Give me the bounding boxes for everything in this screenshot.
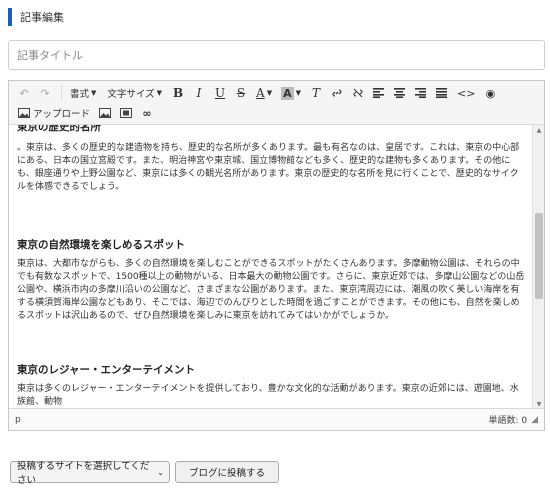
link-icon xyxy=(332,89,342,97)
section-heading: 東京のレジャー・エンターテイメント xyxy=(17,364,195,376)
toolbar-divider xyxy=(61,85,62,101)
caret-down-icon: ▼ xyxy=(295,89,301,97)
format-dropdown[interactable]: 書式 ▼ xyxy=(66,84,100,102)
align-justify-button[interactable] xyxy=(433,84,451,102)
align-center-button[interactable] xyxy=(391,84,409,102)
section-heading: 東京の歴史的名所 xyxy=(17,125,101,133)
unlink-icon xyxy=(353,88,363,98)
clear-format-button[interactable]: T xyxy=(307,84,325,102)
page-header: 記事編集 xyxy=(8,8,64,26)
underline-icon: U xyxy=(214,86,226,100)
clear-format-icon: T xyxy=(311,86,320,100)
font-size-dropdown-label: 文字サイズ xyxy=(107,89,155,100)
editor-toolbar: ↶ ↷ 書式 ▼ 文字サイズ ▼ B I U S A ▼ A ▼ T <> ◉ … xyxy=(9,81,544,125)
code-icon: <> xyxy=(456,86,476,100)
upload-label: アップロード xyxy=(33,109,91,120)
section-heading: 東京の自然環境を楽しめるスポット xyxy=(17,239,185,251)
image-icon xyxy=(99,108,112,118)
rich-text-editor: ↶ ↷ 書式 ▼ 文字サイズ ▼ B I U S A ▼ A ▼ T <> ◉ … xyxy=(8,80,545,431)
paragraph: 東京は多くのレジャー・エンターテイメントを提供しており、豊かな文化的な活動があり… xyxy=(17,384,519,407)
insert-image-button[interactable] xyxy=(96,104,114,122)
caret-down-icon: ▼ xyxy=(266,89,273,97)
caret-down-icon: ▼ xyxy=(156,89,163,97)
align-center-icon xyxy=(394,88,406,98)
background-color-icon: A xyxy=(281,86,294,100)
italic-button[interactable]: I xyxy=(190,84,208,102)
align-justify-icon xyxy=(436,88,448,98)
paragraph: 。東京は、多くの歴史的な建造物を持ち、歴史的な名所が多くあります。最も有名なのは… xyxy=(17,143,520,192)
editor-content[interactable]: 東京の歴史的名所 。東京は、多くの歴史的な建造物を持ち、歴史的な名所が多くありま… xyxy=(9,125,533,409)
chevron-down-icon: ⌄ xyxy=(157,467,164,477)
binoculars-icon: ∞ xyxy=(142,106,152,120)
scroll-up-arrow-icon[interactable]: ▲ xyxy=(533,125,545,135)
unlink-button[interactable] xyxy=(349,84,367,102)
font-size-dropdown[interactable]: 文字サイズ ▼ xyxy=(103,84,166,102)
strikethrough-icon: S xyxy=(236,86,246,100)
bold-icon: B xyxy=(172,86,184,100)
background-color-button[interactable]: A ▼ xyxy=(278,84,304,102)
source-code-button[interactable]: <> xyxy=(454,84,478,102)
editor-scrollbar[interactable]: ▲ ▼ xyxy=(532,125,544,409)
format-dropdown-label: 書式 xyxy=(70,89,90,100)
underline-button[interactable]: U xyxy=(211,84,229,102)
redo-icon: ↷ xyxy=(40,86,50,100)
scroll-thumb[interactable] xyxy=(535,213,543,299)
bold-button[interactable]: B xyxy=(169,84,187,102)
post-to-blog-button[interactable]: ブログに投稿する xyxy=(175,461,279,483)
align-right-icon xyxy=(415,88,427,98)
word-count: 単語数: 0 xyxy=(488,416,528,426)
undo-button[interactable]: ↶ xyxy=(15,84,33,102)
image-icon xyxy=(18,108,30,118)
preview-button[interactable]: ◉ xyxy=(481,84,499,102)
upload-button[interactable]: アップロード xyxy=(15,104,93,122)
redo-button[interactable]: ↷ xyxy=(36,84,54,102)
text-color-icon: A xyxy=(256,86,265,100)
insert-media-button[interactable] xyxy=(117,104,135,122)
align-right-button[interactable] xyxy=(412,84,430,102)
caret-down-icon: ▼ xyxy=(91,89,97,97)
paragraph: 東京は、大都市ながらも、多くの自然環境を楽しむことができるスポットがたくさんあり… xyxy=(17,259,525,321)
strikethrough-button[interactable]: S xyxy=(232,84,250,102)
link-button[interactable] xyxy=(328,84,346,102)
undo-icon: ↶ xyxy=(19,86,29,100)
blank-lines xyxy=(17,323,525,363)
resize-handle-icon[interactable]: ◢ xyxy=(531,415,538,425)
element-path[interactable]: p xyxy=(15,415,21,425)
film-icon xyxy=(120,108,133,118)
header-accent-bar xyxy=(8,8,12,26)
align-left-icon xyxy=(373,88,385,98)
align-left-button[interactable] xyxy=(370,84,388,102)
eye-icon: ◉ xyxy=(485,86,496,100)
page-title: 記事編集 xyxy=(20,11,64,24)
italic-icon: I xyxy=(196,86,202,100)
text-color-button[interactable]: A ▼ xyxy=(253,84,275,102)
editor-statusbar: p 単語数: 0 ◢ xyxy=(9,408,544,430)
article-title-input[interactable] xyxy=(8,40,545,70)
post-to-blog-label: ブログに投稿する xyxy=(188,468,265,479)
site-select-label: 投稿するサイトを選択してください xyxy=(17,461,150,486)
site-select-dropdown[interactable]: 投稿するサイトを選択してください ⌄ xyxy=(10,461,170,486)
find-button[interactable]: ∞ xyxy=(138,104,156,122)
blank-lines xyxy=(17,194,525,238)
